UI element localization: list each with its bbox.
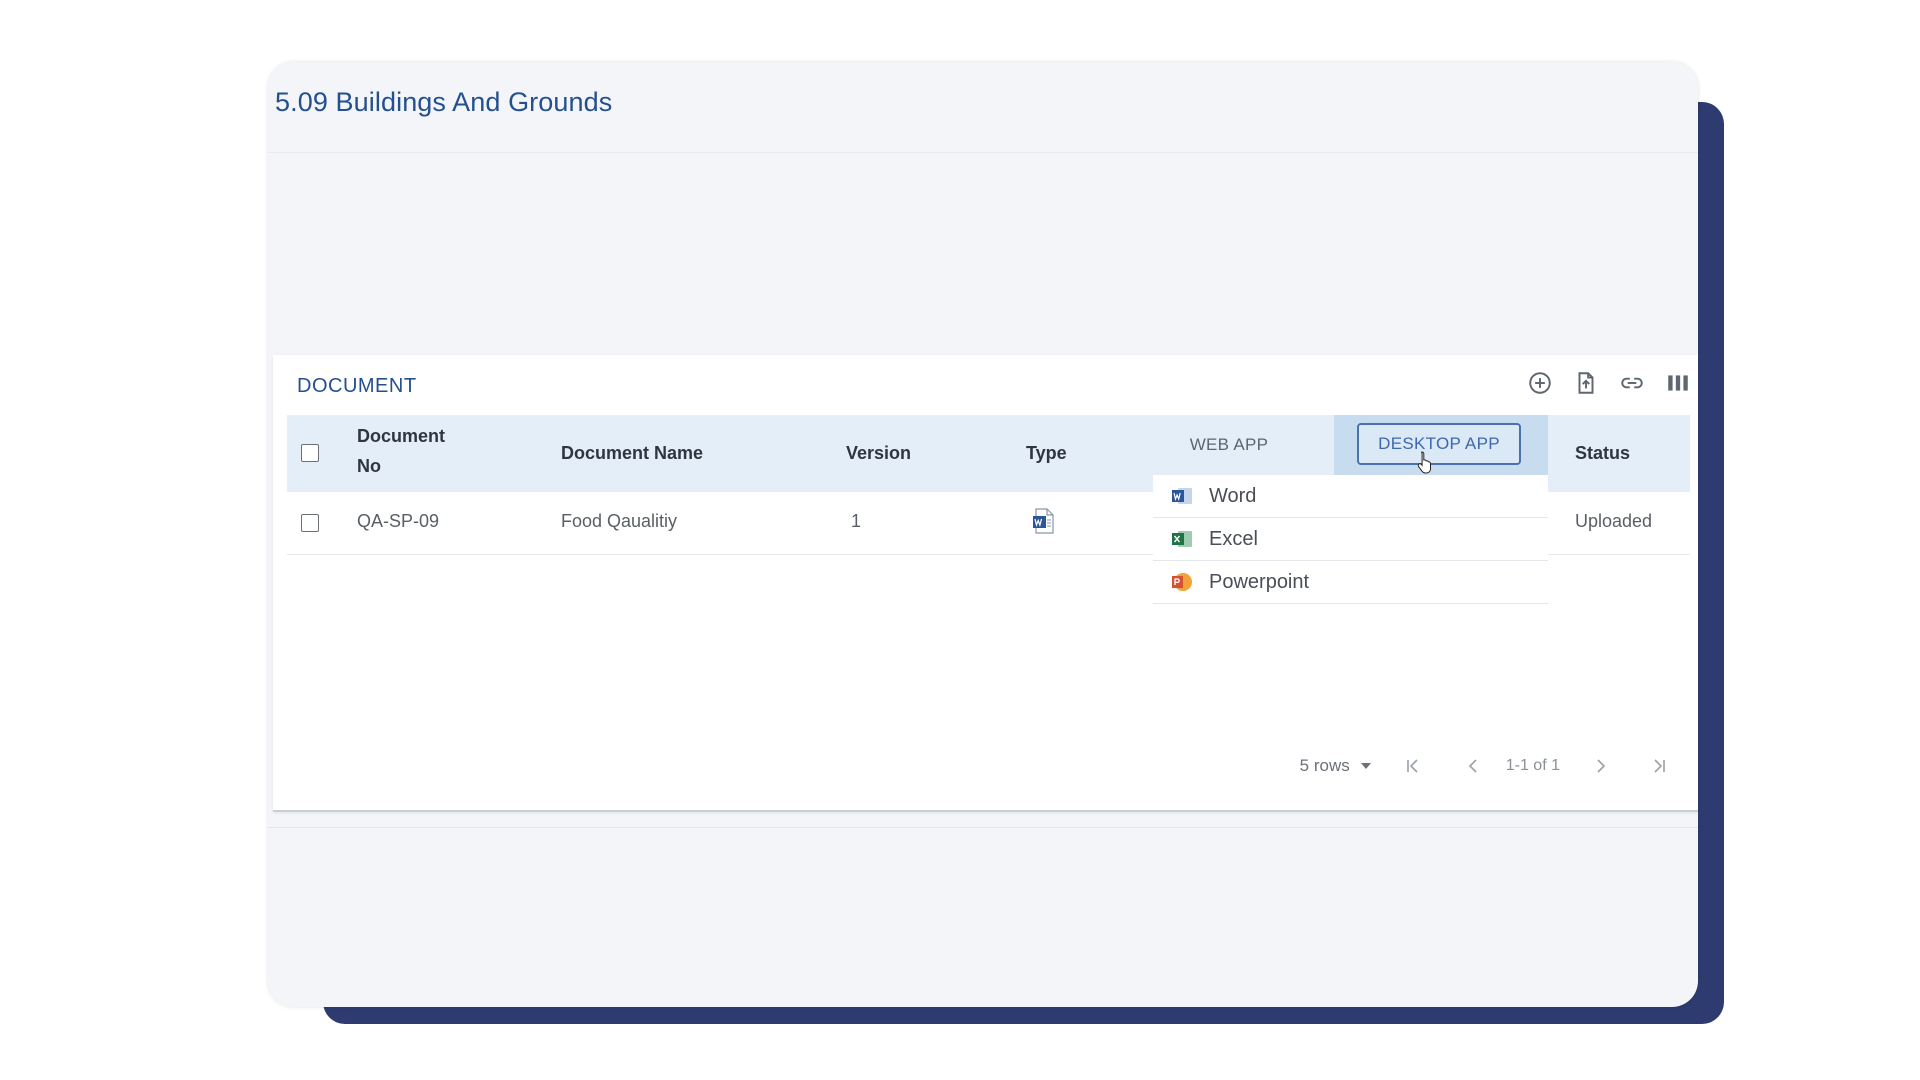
rows-per-page-value: 5 rows — [1299, 756, 1350, 775]
next-page-button[interactable] — [1590, 755, 1612, 777]
row-checkbox[interactable] — [301, 514, 319, 532]
caret-down-icon — [1360, 763, 1371, 769]
cell-document-no: QA-SP-09 — [357, 511, 440, 531]
cell-status: Uploaded — [1575, 511, 1653, 531]
document-panel: DOCUMENT Document No Document Name Versi… — [273, 355, 1698, 812]
header-document-no-line1: Document — [357, 426, 446, 446]
upload-file-icon — [1578, 372, 1594, 394]
add-document-button[interactable] — [1526, 369, 1554, 397]
header-status[interactable]: Status — [1575, 438, 1630, 468]
main-card: 5.09 Buildings And Grounds DOCUMENT Docu… — [268, 62, 1698, 1007]
previous-page-button[interactable] — [1462, 755, 1484, 777]
select-all-checkbox[interactable] — [301, 444, 319, 462]
menu-item-powerpoint[interactable]: Powerpoint — [1153, 561, 1548, 604]
menu-item-label: Powerpoint — [1209, 570, 1310, 593]
web-app-button[interactable]: WEB APP — [1168, 425, 1290, 465]
lower-divider — [268, 827, 1698, 828]
screen: 5.09 Buildings And Grounds DOCUMENT Docu… — [0, 0, 1920, 1080]
header-document-name[interactable]: Document Name — [561, 438, 703, 468]
title-divider — [268, 152, 1698, 153]
pagination: 5 rows 1-1 of 1 — [1300, 755, 1670, 777]
word-app-icon — [1171, 485, 1193, 507]
desktop-app-button[interactable]: DESKTOP APP — [1357, 423, 1521, 465]
panel-toolbar — [1526, 369, 1692, 397]
chevron-right-icon — [1597, 759, 1606, 773]
excel-app-icon — [1171, 528, 1193, 550]
header-version[interactable]: Version — [846, 438, 911, 468]
link-icon — [1621, 377, 1643, 389]
upload-file-button[interactable] — [1572, 369, 1600, 397]
add-circle-icon — [1529, 372, 1551, 394]
first-page-button[interactable] — [1402, 755, 1424, 777]
menu-item-label: Excel — [1209, 527, 1258, 550]
columns-button[interactable] — [1664, 369, 1692, 397]
link-button[interactable] — [1618, 369, 1646, 397]
word-doc-icon — [1033, 508, 1054, 534]
hand-cursor-icon — [1417, 451, 1431, 474]
menu-item-word[interactable]: Word — [1153, 475, 1548, 518]
cell-document-name: Food Qaualitiy — [561, 511, 678, 531]
rows-per-page-select[interactable]: 5 rows — [1300, 756, 1372, 776]
page-range: 1-1 of 1 — [1505, 757, 1560, 774]
header-document-no[interactable]: Document No — [357, 421, 445, 481]
last-page-icon — [1654, 759, 1665, 773]
first-page-icon — [1406, 759, 1418, 773]
last-page-button[interactable] — [1648, 755, 1670, 777]
menu-item-label: Word — [1209, 484, 1257, 507]
header-type[interactable]: Type — [1026, 438, 1067, 468]
cell-type[interactable] — [1032, 508, 1056, 539]
menu-item-excel[interactable]: Excel — [1153, 518, 1548, 561]
page-title: 5.09 Buildings And Grounds — [275, 87, 613, 117]
columns-icon — [1668, 375, 1688, 391]
panel-title: DOCUMENT — [297, 375, 417, 397]
open-with-menu: Word Excel Powerpoint — [1153, 475, 1548, 604]
powerpoint-app-icon — [1171, 571, 1193, 593]
cell-version: 1 — [851, 511, 862, 531]
header-document-no-line2: No — [357, 456, 381, 476]
chevron-left-icon — [1468, 759, 1477, 773]
